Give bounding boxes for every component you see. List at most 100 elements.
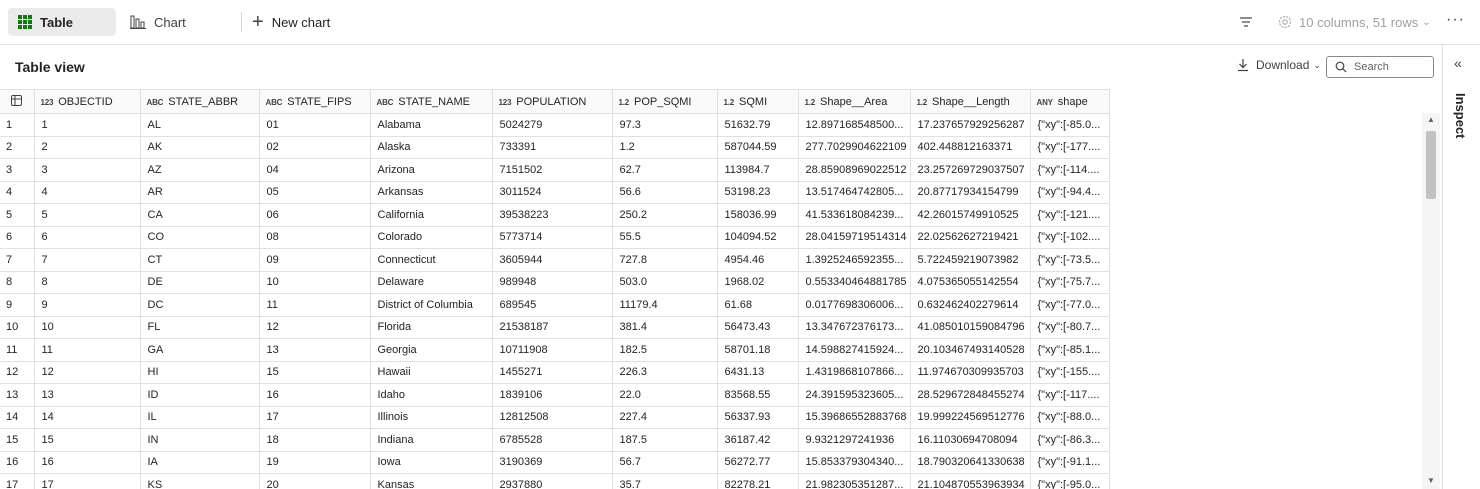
inspect-label[interactable]: Inspect xyxy=(1453,93,1468,139)
table-cell[interactable]: 56272.77 xyxy=(717,451,799,474)
table-cell[interactable]: 19 xyxy=(259,451,371,474)
table-cell[interactable]: {"xy":[-155.... xyxy=(1030,361,1110,384)
column-header-shape[interactable]: ANY shape xyxy=(1030,89,1110,114)
table-cell[interactable]: 17.237657929256287 xyxy=(910,113,1031,137)
table-cell[interactable]: 1.3925246592355... xyxy=(798,248,911,272)
table-cell[interactable]: Alaska xyxy=(370,136,493,159)
scroll-up-arrow-icon[interactable]: ▲ xyxy=(1427,115,1435,124)
table-cell[interactable]: AL xyxy=(140,113,260,137)
table-cell[interactable]: 689545 xyxy=(492,293,613,317)
table-cell[interactable]: 82278.21 xyxy=(717,473,799,489)
table-cell[interactable]: 41.533618084239... xyxy=(798,203,911,227)
table-row[interactable]: 1 1 AL 01 Alabama 5024279 97.3 51632.79 12.89716… xyxy=(0,113,1110,137)
table-cell[interactable]: Connecticut xyxy=(370,248,493,272)
row-number[interactable]: 15 xyxy=(0,428,35,452)
table-cell[interactable]: 28.85908969022512 xyxy=(798,158,911,182)
table-cell[interactable]: 28.04159719514314 xyxy=(798,226,911,249)
table-cell[interactable]: 5 xyxy=(34,203,141,227)
table-cell[interactable]: Hawaii xyxy=(370,361,493,384)
table-cell[interactable]: ID xyxy=(140,383,260,407)
column-header-sqmi[interactable]: 1.2 SQMI xyxy=(717,89,799,114)
table-cell[interactable]: 402.448812163371 xyxy=(910,136,1031,159)
column-header-shape-length[interactable]: 1.2 Shape__Length xyxy=(910,89,1031,114)
table-cell[interactable]: IL xyxy=(140,406,260,429)
table-cell[interactable]: 13.347672376173... xyxy=(798,316,911,339)
scroll-down-arrow-icon[interactable]: ▼ xyxy=(1427,476,1435,485)
table-cell[interactable]: Florida xyxy=(370,316,493,339)
table-cell[interactable]: 53198.23 xyxy=(717,181,799,204)
table-cell[interactable]: {"xy":[-88.0... xyxy=(1030,406,1110,429)
table-cell[interactable]: California xyxy=(370,203,493,227)
table-cell[interactable]: 17 xyxy=(259,406,371,429)
table-cell[interactable]: 277.7029904622109 xyxy=(798,136,911,159)
table-cell[interactable]: 2 xyxy=(34,136,141,159)
more-options-icon[interactable]: ··· xyxy=(1446,11,1465,29)
table-cell[interactable]: 06 xyxy=(259,203,371,227)
table-cell[interactable]: 250.2 xyxy=(612,203,718,227)
table-cell[interactable]: 21.982305351287... xyxy=(798,473,911,489)
table-cell[interactable]: 09 xyxy=(259,248,371,272)
table-cell[interactable]: 4.075365055142554 xyxy=(910,271,1031,294)
table-cell[interactable]: 0.632462402279614 xyxy=(910,293,1031,317)
row-number[interactable]: 2 xyxy=(0,136,35,159)
vertical-scrollbar[interactable]: ▲ ▼ xyxy=(1422,113,1440,489)
table-cell[interactable]: 9 xyxy=(34,293,141,317)
columns-rows-summary[interactable]: 10 columns, 51 rows ⌄ xyxy=(1277,8,1431,36)
table-cell[interactable]: 11 xyxy=(34,338,141,362)
table-cell[interactable]: 587044.59 xyxy=(717,136,799,159)
table-cell[interactable]: 7 xyxy=(34,248,141,272)
table-cell[interactable]: 104094.52 xyxy=(717,226,799,249)
row-number[interactable]: 3 xyxy=(0,158,35,182)
table-cell[interactable]: 16.11030694708094 xyxy=(910,428,1031,452)
table-cell[interactable]: GA xyxy=(140,338,260,362)
table-cell[interactable]: {"xy":[-177.... xyxy=(1030,136,1110,159)
table-cell[interactable]: {"xy":[-121.... xyxy=(1030,203,1110,227)
table-cell[interactable]: {"xy":[-114.... xyxy=(1030,158,1110,182)
table-cell[interactable]: 20.87717934154799 xyxy=(910,181,1031,204)
table-cell[interactable]: DE xyxy=(140,271,260,294)
table-cell[interactable]: 503.0 xyxy=(612,271,718,294)
row-number[interactable]: 8 xyxy=(0,271,35,294)
table-cell[interactable]: IN xyxy=(140,428,260,452)
table-cell[interactable]: 182.5 xyxy=(612,338,718,362)
table-cell[interactable]: 19.999224569512776 xyxy=(910,406,1031,429)
row-number[interactable]: 5 xyxy=(0,203,35,227)
table-row[interactable]: 17 17 KS 20 Kansas 2937880 35.7 82278.21 21.9823… xyxy=(0,473,1110,489)
table-cell[interactable]: 12 xyxy=(34,361,141,384)
table-cell[interactable]: 2937880 xyxy=(492,473,613,489)
column-header-shape-area[interactable]: 1.2 Shape__Area xyxy=(798,89,911,114)
table-cell[interactable]: 0.553340464881785 xyxy=(798,271,911,294)
table-cell[interactable]: 3 xyxy=(34,158,141,182)
table-cell[interactable]: 12 xyxy=(259,316,371,339)
table-cell[interactable]: {"xy":[-73.5... xyxy=(1030,248,1110,272)
table-row[interactable]: 2 2 AK 02 Alaska 733391 1.2 587044.59 277.702990… xyxy=(0,136,1110,159)
table-cell[interactable]: Arkansas xyxy=(370,181,493,204)
table-cell[interactable]: 1.2 xyxy=(612,136,718,159)
table-cell[interactable]: 42.26015749910525 xyxy=(910,203,1031,227)
table-cell[interactable]: 05 xyxy=(259,181,371,204)
table-cell[interactable]: Iowa xyxy=(370,451,493,474)
table-cell[interactable]: 5773714 xyxy=(492,226,613,249)
table-cell[interactable]: 01 xyxy=(259,113,371,137)
table-cell[interactable]: 1455271 xyxy=(492,361,613,384)
table-cell[interactable]: Kansas xyxy=(370,473,493,489)
table-cell[interactable]: 226.3 xyxy=(612,361,718,384)
table-cell[interactable]: 6785528 xyxy=(492,428,613,452)
table-cell[interactable]: 13 xyxy=(259,338,371,362)
table-row[interactable]: 8 8 DE 10 Delaware 989948 503.0 1968.02 0.553340… xyxy=(0,271,1110,294)
table-cell[interactable]: 0.0177698306006... xyxy=(798,293,911,317)
table-cell[interactable]: CO xyxy=(140,226,260,249)
row-number[interactable]: 11 xyxy=(0,338,35,362)
table-cell[interactable]: 61.68 xyxy=(717,293,799,317)
table-cell[interactable]: 14 xyxy=(34,406,141,429)
table-cell[interactable]: 8 xyxy=(34,271,141,294)
table-cell[interactable]: {"xy":[-102.... xyxy=(1030,226,1110,249)
column-header-objectid[interactable]: 123 OBJECTID xyxy=(34,89,141,114)
table-cell[interactable]: 989948 xyxy=(492,271,613,294)
table-cell[interactable]: 41.085010159084796 xyxy=(910,316,1031,339)
table-row[interactable]: 10 10 FL 12 Florida 21538187 381.4 56473.43 13.3… xyxy=(0,316,1110,339)
row-number[interactable]: 1 xyxy=(0,113,35,137)
scrollbar-thumb[interactable] xyxy=(1426,131,1436,199)
table-cell[interactable]: 56.6 xyxy=(612,181,718,204)
table-cell[interactable]: 1.4319868107866... xyxy=(798,361,911,384)
